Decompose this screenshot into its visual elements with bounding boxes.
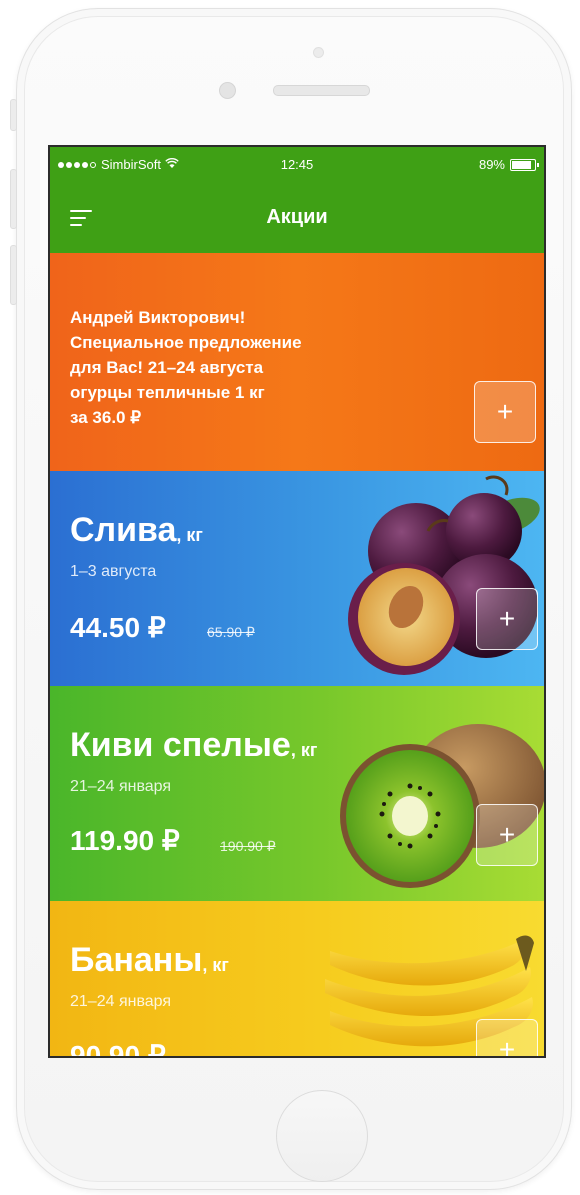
product-card-kiwi[interactable]: Киви спелые, кг 21–24 января 119.90 ₽ 19… [50,686,544,901]
product-old-price: 65.90 ₽ [207,624,255,640]
volume-down-button [10,245,17,305]
promo-line: для Вас! 21–24 августа [70,358,264,377]
status-bar: SimbirSoft 12:45 89% [50,147,544,183]
promo-text: Андрей Викторович! Специальное предложен… [70,305,390,430]
page-title: Акции [266,206,328,228]
product-unit: , кг [290,740,318,760]
product-price: 90.90 ₽ [70,1040,166,1058]
product-dates: 21–24 января [70,993,172,1010]
product-card-banana[interactable]: Бананы, кг 21–24 января 90.90 ₽ + [50,901,544,1058]
proximity-sensor [313,47,324,58]
product-card-plum[interactable]: Слива, кг 1–3 августа 44.50 ₽ 65.90 ₽ + [50,471,544,686]
product-dates: 21–24 января [70,778,172,795]
product-old-price: 190.90 ₽ [220,838,276,854]
add-button[interactable]: + [476,588,538,650]
navbar: Акции [50,183,544,253]
promo-line: Андрей Викторович! [70,308,246,327]
product-name: Киви спелые, кг [70,726,318,764]
promo-card[interactable]: Андрей Викторович! Специальное предложен… [50,253,544,471]
add-button[interactable]: + [476,804,538,866]
promo-line: огурцы тепличные 1 кг [70,383,265,402]
product-price: 44.50 ₽ [70,612,166,643]
promo-line: Специальное предложение [70,333,302,352]
status-time: 12:45 [280,157,314,172]
plum-icon [348,475,540,675]
home-button[interactable] [276,1090,368,1182]
product-unit: , кг [202,955,229,975]
add-button[interactable]: + [474,381,536,443]
promo-line: за 36.0 ₽ [70,408,142,427]
earpiece-speaker [273,85,370,96]
add-button[interactable]: + [476,1019,538,1056]
volume-up-button [10,169,17,229]
mute-switch [10,99,17,131]
product-name: Бананы, кг [70,941,229,979]
front-camera [219,82,236,99]
product-dates: 1–3 августа [70,563,157,580]
product-name: Слива, кг [70,511,203,549]
product-unit: , кг [176,525,203,545]
battery-percent: 89% [478,157,505,172]
battery-status: 89% [478,157,539,172]
product-price: 119.90 ₽ [70,825,180,856]
app-screen: SimbirSoft 12:45 89% Акции Андрей Виктор… [48,145,546,1058]
battery-icon [510,158,539,171]
